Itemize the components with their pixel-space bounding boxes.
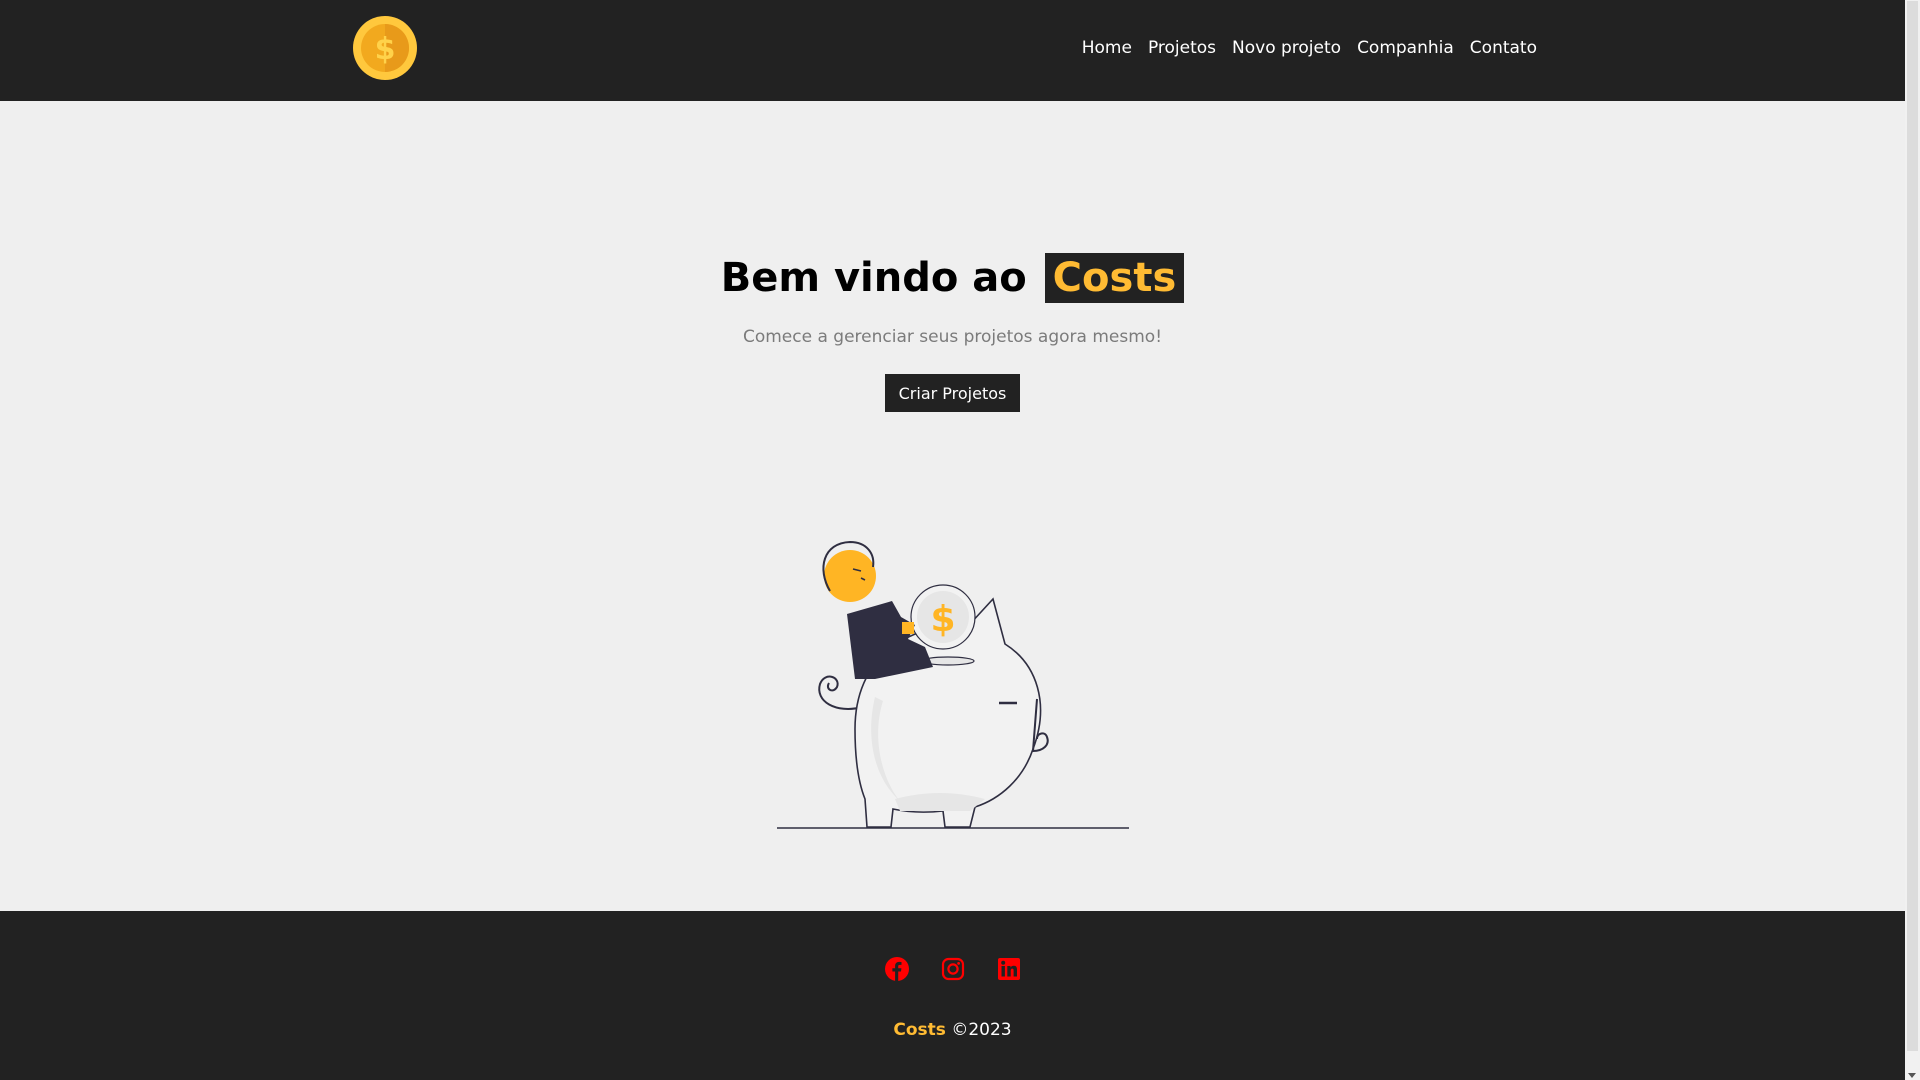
social-links (0, 957, 1905, 981)
hero-section: Bem vindo ao Costs Comece a gerenciar se… (0, 101, 1905, 911)
hero-title-brand: Costs (1044, 253, 1185, 303)
svg-text:$: $ (375, 32, 396, 67)
vertical-scrollbar[interactable] (1905, 0, 1920, 1080)
hero-subtitle: Comece a gerenciar seus projetos agora m… (742, 327, 1163, 347)
svg-text:$: $ (930, 599, 955, 640)
hero-title: Bem vindo ao Costs (0, 253, 1905, 303)
nav-link-home[interactable]: Home (1082, 38, 1132, 58)
linkedin-icon[interactable] (997, 957, 1021, 981)
copyright-brand: Costs (893, 1020, 946, 1040)
dollar-coin-icon[interactable]: $ (352, 15, 418, 81)
criar-projetos-button[interactable]: Criar Projetos (885, 374, 1020, 412)
footer: Costs ©2023 (0, 911, 1905, 1080)
page: $ Home Projetos Novo projeto Companhia C… (0, 0, 1905, 1080)
navbar: $ Home Projetos Novo projeto Companhia C… (0, 0, 1905, 101)
nav-link-contato[interactable]: Contato (1470, 38, 1537, 58)
hero-title-prefix: Bem vindo ao (720, 255, 1027, 301)
piggy-bank-illustration: $ (777, 540, 1129, 829)
copyright-year: ©2023 (951, 1020, 1012, 1040)
nav-link-companhia[interactable]: Companhia (1357, 38, 1454, 58)
nav-links: Home Projetos Novo projeto Companhia Con… (1082, 38, 1537, 58)
scrollbar-thumb[interactable] (1907, 1, 1918, 1051)
copyright: Costs ©2023 (0, 1020, 1905, 1040)
scroll-down-arrow-icon[interactable] (1908, 1073, 1916, 1078)
facebook-icon[interactable] (884, 957, 909, 981)
nav-link-novo-projeto[interactable]: Novo projeto (1232, 38, 1341, 58)
nav-link-projetos[interactable]: Projetos (1148, 38, 1216, 58)
instagram-icon[interactable] (941, 957, 965, 981)
